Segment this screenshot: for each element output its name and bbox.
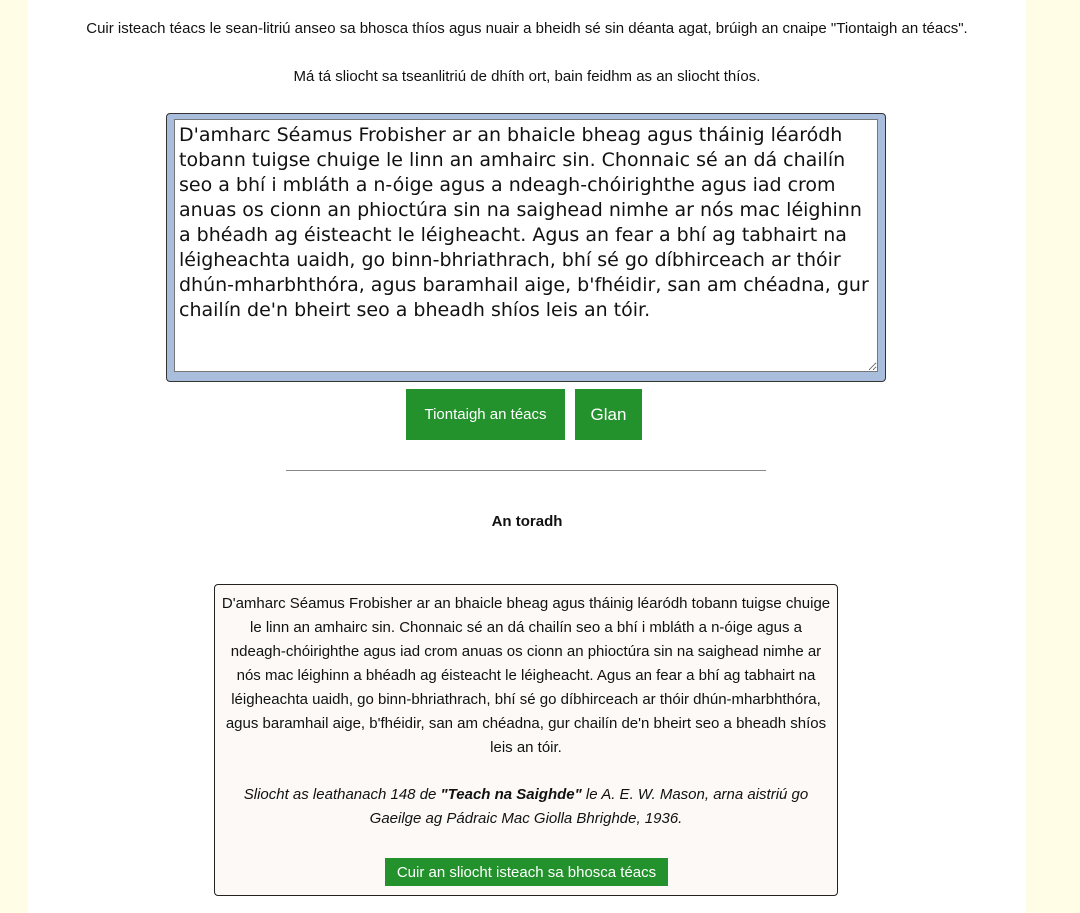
divider [286, 470, 766, 471]
citation-prefix: Sliocht as leathanach 148 de [243, 786, 441, 803]
insert-excerpt-button[interactable]: Cuir an sliocht isteach sa bhosca téacs [385, 858, 668, 886]
convert-text-button[interactable]: Tiontaigh an téacs [406, 389, 565, 440]
text-input-frame [166, 113, 886, 382]
instructions-text: Cuir isteach téacs le sean-litriú anseo … [86, 20, 968, 37]
excerpt-citation: Sliocht as leathanach 148 de "Teach na S… [221, 783, 831, 831]
citation-title: "Teach na Saighde" [440, 786, 582, 803]
clear-button[interactable]: Glan [575, 389, 642, 440]
result-text: D'amharc Séamus Frobisher ar an bhaicle … [221, 595, 831, 756]
old-spelling-text-input[interactable] [174, 119, 878, 372]
page: Cuir isteach téacs le sean-litriú anseo … [28, 0, 1026, 913]
result-heading: An toradh [491, 513, 563, 530]
result-box: D'amharc Séamus Frobisher ar an bhaicle … [214, 584, 838, 896]
excerpt-hint-text: Má tá sliocht sa tseanlitriú de dhíth or… [293, 68, 761, 85]
